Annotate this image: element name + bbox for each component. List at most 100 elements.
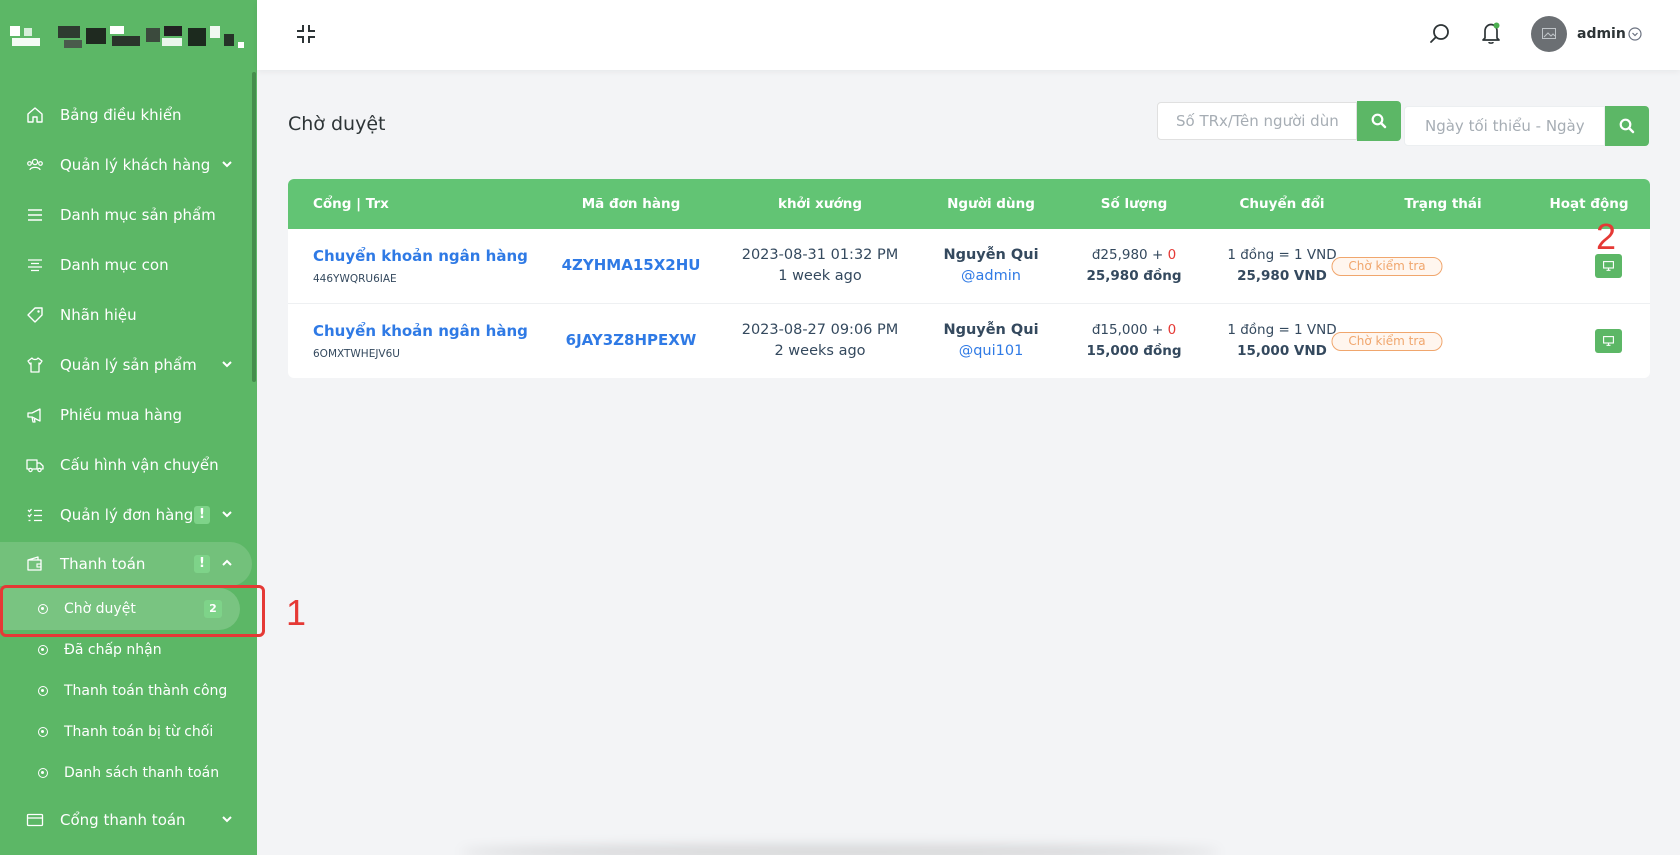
amount-total: 15,000 đồng	[1086, 343, 1182, 359]
username-link[interactable]: @qui101	[959, 343, 1024, 359]
initiated-date: 2023-08-27 09:06 PM	[741, 322, 899, 338]
converted-amount: 25,980 VND	[1237, 268, 1327, 284]
collapse-fullscreen-icon[interactable]	[296, 24, 316, 44]
sidebar-item-dashboard[interactable]: Bảng điều khiển	[0, 93, 252, 137]
checklist-icon	[27, 508, 42, 522]
charge-value: 0	[1167, 322, 1177, 338]
converted-amount: 15,000 VND	[1237, 343, 1327, 359]
amount-total: 25,980 đồng	[1086, 268, 1182, 284]
chevron-down-icon	[222, 816, 232, 823]
sidebar-subitem-rejected[interactable]: Thanh toán bị từ chối	[0, 713, 252, 751]
chevron-up-icon	[222, 559, 232, 566]
user-name[interactable]: admin	[1577, 26, 1626, 42]
megaphone-icon	[27, 408, 41, 423]
sidebar-item-payments[interactable]: Thanh toán !	[0, 542, 252, 586]
table-row: Chuyển khoản ngân hàng 6OMXTWHEJV6U 6JAY…	[288, 303, 1650, 377]
shirt-icon	[27, 357, 43, 373]
trx-code: 6OMXTWHEJV6U	[313, 348, 400, 360]
sidebar-item-subcategories[interactable]: Danh mục con	[0, 243, 252, 287]
gateway-name[interactable]: Chuyển khoản ngân hàng	[313, 247, 528, 265]
view-details-button[interactable]	[1595, 329, 1622, 353]
alert-badge: !	[194, 555, 210, 573]
sidebar-item-orders[interactable]: Quản lý đơn hàng !	[0, 493, 252, 537]
annotation-number-2: 2	[1596, 216, 1617, 257]
bell-icon[interactable]	[1479, 20, 1503, 46]
alert-badge: !	[194, 506, 210, 524]
wallet-icon	[27, 556, 42, 571]
sidebar-item-label: Phiếu mua hàng	[60, 406, 183, 424]
plus-sign: +	[1147, 247, 1168, 263]
order-code-link[interactable]: 6JAY3Z8HPEXW	[566, 331, 697, 349]
bullet-icon	[38, 686, 48, 696]
tag-icon	[27, 307, 43, 323]
initiated-ago: 1 week ago	[778, 268, 862, 284]
search-button[interactable]	[1357, 101, 1401, 141]
chevron-down-icon	[222, 361, 232, 368]
column-header: Cổng | Trx	[313, 196, 389, 212]
bottom-shadow	[460, 845, 1220, 855]
search-icon	[1619, 118, 1635, 134]
username-link[interactable]: @admin	[961, 268, 1021, 284]
align-center-icon	[28, 259, 42, 272]
search-input[interactable]	[1157, 102, 1357, 140]
charge-value: 0	[1167, 247, 1177, 263]
status-badge: Chờ kiểm tra	[1331, 332, 1443, 351]
logo[interactable]	[10, 22, 245, 54]
bullet-icon	[38, 768, 48, 778]
sidebar-subitem-label: Danh sách thanh toán	[64, 765, 220, 781]
sidebar-item-products[interactable]: Quản lý sản phẩm	[0, 343, 252, 387]
amount-line: đ15,000 + 0	[1092, 322, 1176, 338]
sidebar-item-label: Thanh toán	[60, 555, 146, 573]
date-search-button[interactable]	[1605, 106, 1649, 146]
truck-icon	[26, 459, 44, 473]
sidebar-scrollbar[interactable]	[252, 72, 256, 382]
bullet-icon	[38, 727, 48, 737]
date-range-input[interactable]	[1404, 106, 1605, 146]
sidebar-item-vouchers[interactable]: Phiếu mua hàng	[0, 393, 252, 437]
annotation-highlight-box	[0, 585, 265, 637]
order-code-link[interactable]: 4ZYHMA15X2HU	[562, 256, 701, 274]
search-icon[interactable]	[1428, 22, 1452, 46]
avatar[interactable]	[1531, 16, 1567, 52]
sidebar-item-label: Cấu hình vận chuyển	[60, 456, 219, 474]
monitor-icon	[1603, 336, 1614, 346]
sidebar-subitem-successful[interactable]: Thanh toán thành công	[0, 672, 252, 710]
initiated-ago: 2 weeks ago	[774, 343, 866, 359]
status-badge: Chờ kiểm tra	[1331, 257, 1443, 276]
column-header: Trạng thái	[1404, 196, 1482, 212]
conversion-rate: 1 đồng = 1 VND	[1227, 247, 1337, 263]
users-icon	[27, 158, 43, 171]
initiated-date: 2023-08-31 01:32 PM	[741, 247, 899, 263]
gateway-name[interactable]: Chuyển khoản ngân hàng	[313, 322, 528, 340]
column-header: Mã đơn hàng	[581, 196, 681, 212]
sidebar: Bảng điều khiển Quản lý khách hàng Danh …	[0, 0, 257, 855]
chevron-down-icon	[222, 511, 232, 518]
sidebar-item-label: Danh mục sản phẩm	[60, 206, 216, 224]
home-icon	[27, 107, 43, 123]
column-header: khởi xướng	[777, 196, 863, 212]
column-header: Số lượng	[1100, 196, 1168, 212]
monitor-icon	[1603, 261, 1614, 271]
column-header: Người dùng	[947, 196, 1035, 212]
page-title: Chờ duyệt	[288, 113, 386, 135]
column-header: Chuyển đổi	[1239, 196, 1325, 212]
user-fullname: Nguyễn Qui	[943, 247, 1039, 263]
amount-line: đ25,980 + 0	[1092, 247, 1176, 263]
chevron-down-circle-icon[interactable]	[1628, 27, 1642, 41]
sidebar-item-gateways[interactable]: Cổng thanh toán	[0, 798, 252, 842]
sidebar-item-label: Quản lý sản phẩm	[60, 356, 197, 374]
sidebar-item-customers[interactable]: Quản lý khách hàng	[0, 143, 252, 187]
chevron-down-icon	[222, 161, 232, 168]
column-header: Hoạt động	[1549, 196, 1629, 212]
sidebar-item-shipping[interactable]: Cấu hình vận chuyển	[0, 443, 252, 487]
table-row: Chuyển khoản ngân hàng 446YWQRU6IAE 4ZYH…	[288, 229, 1650, 303]
sidebar-item-brands[interactable]: Nhãn hiệu	[0, 293, 252, 337]
sidebar-subitem-label: Đã chấp nhận	[64, 642, 162, 658]
sidebar-item-product-categories[interactable]: Danh mục sản phẩm	[0, 193, 252, 237]
amount-value: đ15,000	[1091, 322, 1148, 338]
sidebar-subitem-all-payments[interactable]: Danh sách thanh toán	[0, 754, 252, 792]
credit-card-icon	[26, 813, 44, 827]
plus-sign: +	[1147, 322, 1168, 338]
search-icon	[1371, 113, 1387, 129]
trx-code: 446YWQRU6IAE	[313, 273, 397, 285]
